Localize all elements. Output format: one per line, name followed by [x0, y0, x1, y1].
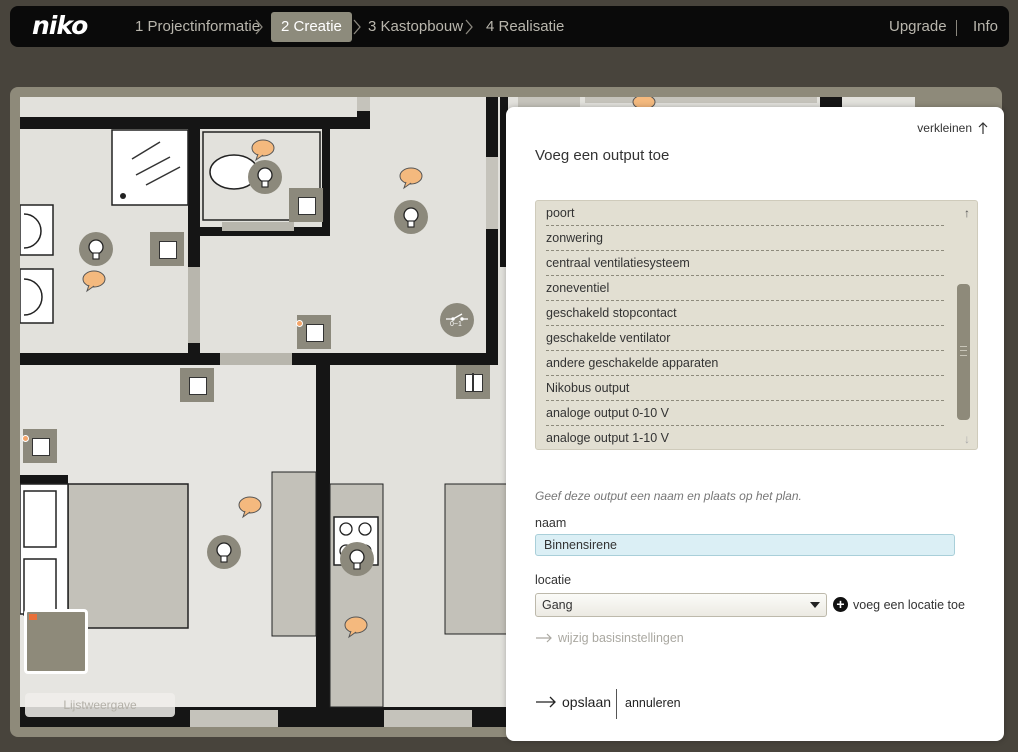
list-item[interactable]: geschakeld stopcontact [546, 301, 944, 326]
instruction-text: Geef deze output een naam en plaats op h… [535, 489, 802, 503]
list-item[interactable]: analoge output 1-10 V [546, 426, 944, 449]
chevron-right-icon [255, 19, 263, 35]
comment-bubble-icon[interactable] [250, 139, 276, 162]
comment-bubble-icon[interactable] [398, 167, 424, 190]
action-divider [616, 689, 617, 719]
plus-icon: + [833, 597, 848, 612]
list-item[interactable]: analoge output 0-10 V [546, 401, 944, 426]
arrow-right-icon [536, 696, 556, 708]
minimap-marker [29, 614, 37, 620]
add-output-panel: verkleinen Voeg een output toe poort zon… [506, 107, 1004, 741]
info-link[interactable]: Info [973, 12, 998, 42]
list-item[interactable]: andere geschakelde apparaten [546, 351, 944, 376]
name-input[interactable]: Binnensirene [535, 534, 955, 556]
shrink-panel-button[interactable]: verkleinen [917, 121, 988, 135]
location-select[interactable]: Gang [535, 593, 827, 617]
cancel-button[interactable]: annuleren [625, 696, 681, 710]
comment-bubble-icon[interactable] [343, 616, 369, 639]
location-label: locatie [535, 573, 572, 587]
light-bulb-icon[interactable] [394, 200, 428, 234]
grip-icon [960, 346, 967, 356]
output-type-items: poort zonwering centraal ventilatiesyste… [546, 201, 944, 449]
light-bulb-icon[interactable] [207, 535, 241, 569]
save-label: opslaan [562, 694, 612, 710]
status-dot [22, 435, 29, 442]
shrink-label: verkleinen [917, 121, 972, 135]
niko-logo[interactable]: niko [32, 11, 88, 40]
output-type-list[interactable]: poort zonwering centraal ventilatiesyste… [535, 200, 978, 450]
scrollbar-thumb[interactable] [957, 284, 970, 420]
switch-icon[interactable] [297, 315, 331, 349]
nav-divider [956, 20, 957, 36]
list-item[interactable]: poort [546, 201, 944, 226]
step-kastopbouw[interactable]: 3 Kastopbouw [358, 12, 473, 42]
step-realisatie[interactable]: 4 Realisatie [476, 12, 574, 42]
list-item[interactable]: zoneventiel [546, 276, 944, 301]
arrow-up-icon [978, 122, 988, 134]
light-bulb-icon[interactable] [79, 232, 113, 266]
list-item[interactable]: zonwering [546, 226, 944, 251]
scroll-down-icon[interactable]: ↓ [964, 432, 970, 446]
caret-down-icon [810, 602, 820, 608]
double-switch-divider [472, 373, 474, 391]
light-bulb-icon[interactable] [340, 542, 374, 576]
list-view-button[interactable]: Lijstweergave [25, 693, 175, 717]
status-dot [296, 320, 303, 327]
add-location-label: voeg een locatie toe [853, 597, 965, 612]
location-value: Gang [542, 598, 573, 612]
comment-bubble-icon[interactable] [81, 270, 107, 293]
switch-symbol-label: 0~1 [450, 321, 462, 328]
step-projectinformatie[interactable]: 1 Projectinformatie [125, 12, 270, 42]
name-label: naam [535, 516, 567, 530]
light-bulb-icon[interactable] [248, 160, 282, 194]
change-basic-settings-link[interactable]: wijzig basisinstellingen [535, 631, 684, 645]
switch-icon[interactable] [23, 429, 57, 463]
switch-icon[interactable] [180, 368, 214, 402]
step-creatie[interactable]: 2 Creatie [271, 12, 352, 42]
list-item[interactable]: centraal ventilatiesysteem [546, 251, 944, 276]
plan-minimap[interactable] [24, 609, 88, 674]
top-navigation: niko 1 Projectinformatie 2 Creatie 3 Kas… [10, 6, 1009, 47]
upgrade-link[interactable]: Upgrade [889, 12, 947, 42]
on-off-switch-icon[interactable]: 0~1 [440, 303, 474, 337]
list-item[interactable]: geschakelde ventilator [546, 326, 944, 351]
switch-icon[interactable] [150, 232, 184, 266]
comment-bubble-icon[interactable] [237, 496, 263, 519]
add-location-button[interactable]: + voeg een locatie toe [833, 597, 965, 612]
switch-icon[interactable] [289, 188, 323, 222]
list-item[interactable]: Nikobus output [546, 376, 944, 401]
scroll-up-icon[interactable]: ↑ [964, 206, 970, 220]
save-button[interactable]: opslaan [535, 694, 611, 710]
panel-title: Voeg een output toe [535, 147, 670, 164]
arrow-right-icon [536, 633, 552, 643]
basis-label: wijzig basisinstellingen [558, 631, 684, 645]
